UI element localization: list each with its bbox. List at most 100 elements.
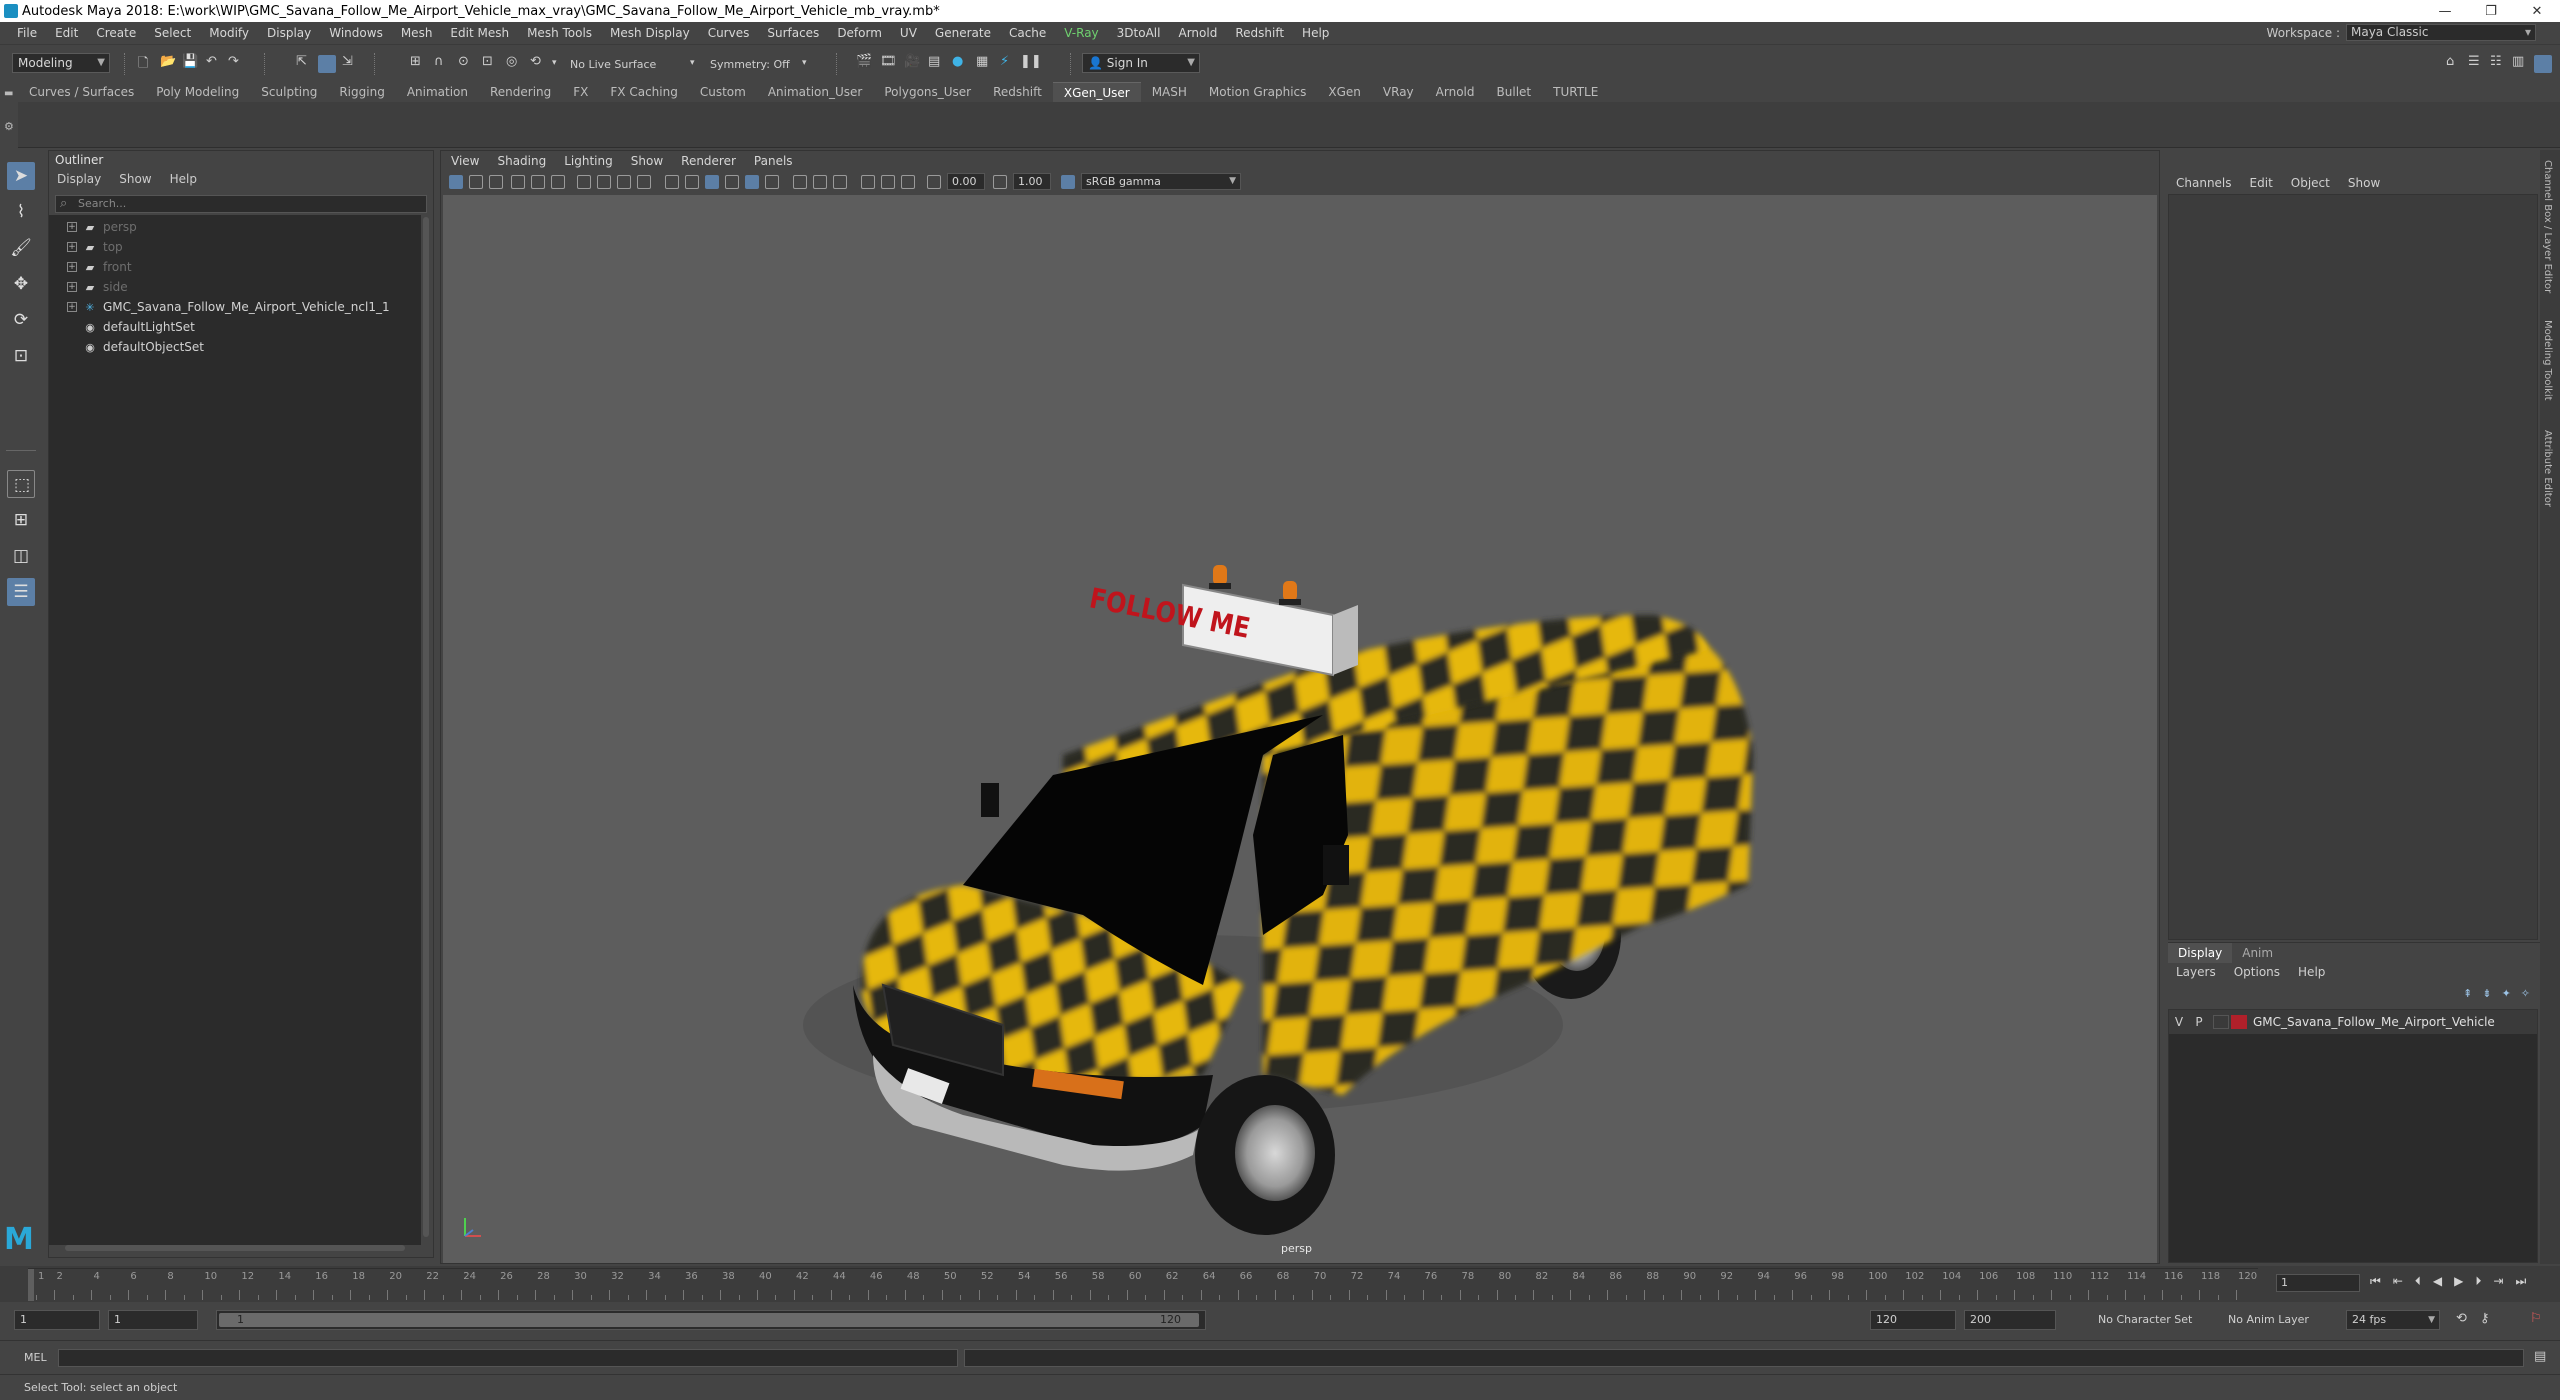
redo-icon[interactable]: ↷ bbox=[228, 54, 239, 69]
expand-icon[interactable]: + bbox=[67, 282, 77, 292]
xray-icon[interactable] bbox=[813, 175, 827, 189]
menu-file[interactable]: File bbox=[8, 26, 46, 40]
outliner-row-default-object-set[interactable]: ◉ defaultObjectSet bbox=[49, 337, 421, 357]
anim-layer-dropdown[interactable]: No Anim Layer bbox=[2228, 1313, 2309, 1326]
shelf-tab-animation[interactable]: Animation bbox=[396, 82, 479, 102]
gamma-icon[interactable] bbox=[993, 175, 1007, 189]
paint-select-tool-button[interactable]: 🖌 bbox=[7, 234, 35, 262]
menu-vray[interactable]: V-Ray bbox=[1055, 26, 1107, 40]
shadows-icon[interactable] bbox=[745, 175, 759, 189]
key-icon[interactable]: ⚷ bbox=[2480, 1311, 2490, 1326]
toggle-attribute-editor-icon[interactable]: ☰ bbox=[2468, 54, 2480, 69]
menu-redshift[interactable]: Redshift bbox=[1226, 26, 1293, 40]
shelf-tab-animation-user[interactable]: Animation_User bbox=[757, 82, 874, 102]
toggle-outliner-icon[interactable]: ▥ bbox=[2512, 54, 2524, 69]
sign-in-dropdown[interactable]: 👤 Sign In ▼ bbox=[1082, 53, 1200, 73]
persp-outliner-layout-button[interactable]: ◫ bbox=[7, 542, 35, 570]
grid-toggle-icon[interactable] bbox=[577, 175, 591, 189]
layer-color-swatch[interactable] bbox=[2231, 1015, 2247, 1029]
outliner-row-top[interactable]: + ▰ top bbox=[49, 237, 421, 257]
camera-attributes-icon[interactable] bbox=[469, 175, 483, 189]
layer-row[interactable]: V P GMC_Savana_Follow_Me_Airport_Vehicle bbox=[2169, 1010, 2537, 1034]
menu-curves[interactable]: Curves bbox=[699, 26, 759, 40]
outliner-row-vehicle[interactable]: + ✳ GMC_Savana_Follow_Me_Airport_Vehicle… bbox=[49, 297, 421, 317]
workspace-dropdown[interactable]: Maya Classic bbox=[2346, 24, 2536, 41]
side-tab-attribute-editor[interactable]: Attribute Editor bbox=[2542, 430, 2553, 507]
character-set-dropdown[interactable]: No Character Set bbox=[2098, 1313, 2192, 1326]
select-component-icon[interactable]: ⇲ bbox=[342, 54, 353, 69]
film-gate-icon[interactable] bbox=[597, 175, 611, 189]
shelf-tab-sculpting[interactable]: Sculpting bbox=[250, 82, 328, 102]
menu-uv[interactable]: UV bbox=[891, 26, 926, 40]
viewport-menu-panels[interactable]: Panels bbox=[754, 154, 793, 168]
layer-tab-anim[interactable]: Anim bbox=[2232, 943, 2283, 963]
shelf-tab-motion-graphics[interactable]: Motion Graphics bbox=[1198, 82, 1318, 102]
shelf-tab-xgen[interactable]: XGen bbox=[1317, 82, 1372, 102]
render-frame-icon[interactable]: 🎬 bbox=[856, 54, 872, 69]
auto-key-icon[interactable]: ⚐ bbox=[2530, 1311, 2542, 1326]
command-input[interactable] bbox=[58, 1349, 958, 1367]
chevron-down-icon[interactable]: ▾ bbox=[552, 58, 557, 68]
shelf-tab-redshift[interactable]: Redshift bbox=[982, 82, 1053, 102]
close-button[interactable]: ✕ bbox=[2514, 0, 2560, 22]
range-bar-handle[interactable]: 1 120 bbox=[219, 1313, 1199, 1327]
rotate-tool-button[interactable]: ⟳ bbox=[7, 306, 35, 334]
shelf-tab-curves-surfaces[interactable]: Curves / Surfaces bbox=[18, 82, 145, 102]
step-forward-frame-icon[interactable]: ⏵ bbox=[2475, 1274, 2481, 1289]
move-tool-button[interactable]: ✥ bbox=[7, 270, 35, 298]
outliner-menu-display[interactable]: Display bbox=[57, 172, 101, 186]
lasso-tool-button[interactable]: ⌇ bbox=[7, 198, 35, 226]
render-settings-icon[interactable]: ▤ bbox=[928, 54, 940, 69]
render-view-icon[interactable]: ▦ bbox=[976, 54, 988, 69]
viewport-menu-view[interactable]: View bbox=[451, 154, 479, 168]
camera-select-icon[interactable] bbox=[449, 175, 463, 189]
shelf-tab-custom[interactable]: Custom bbox=[689, 82, 757, 102]
chevron-down-icon[interactable]: ▾ bbox=[802, 58, 807, 68]
play-forwards-icon[interactable]: ▶ bbox=[2454, 1274, 2463, 1289]
move-layer-up-icon[interactable]: ⇞ bbox=[2463, 987, 2472, 1000]
render-sequence-icon[interactable]: 🎞 bbox=[880, 54, 897, 69]
go-to-end-icon[interactable]: ⏭ bbox=[2515, 1274, 2526, 1289]
current-time-indicator[interactable] bbox=[28, 1269, 34, 1301]
shelf-tab-rigging[interactable]: Rigging bbox=[328, 82, 395, 102]
snap-point-icon[interactable]: ⊙ bbox=[458, 54, 469, 69]
bookmarks-icon[interactable] bbox=[489, 175, 503, 189]
aperture-icon[interactable] bbox=[901, 175, 915, 189]
menu-cache[interactable]: Cache bbox=[1000, 26, 1055, 40]
xray-joints-icon[interactable] bbox=[833, 175, 847, 189]
layer-playback-toggle[interactable]: P bbox=[2189, 1015, 2209, 1029]
expand-icon[interactable]: + bbox=[67, 242, 77, 252]
exposure-field[interactable]: 0.00 bbox=[947, 173, 985, 190]
menu-edit[interactable]: Edit bbox=[46, 26, 87, 40]
new-scene-icon[interactable]: 🗋 bbox=[138, 54, 148, 76]
shelf-tab-poly-modeling[interactable]: Poly Modeling bbox=[145, 82, 250, 102]
layer-menu-layers[interactable]: Layers bbox=[2176, 965, 2216, 979]
snap-curve-icon[interactable]: ∩ bbox=[434, 54, 444, 69]
resolution-gate-icon[interactable] bbox=[617, 175, 631, 189]
select-hierarchy-icon[interactable]: ⇱ bbox=[296, 54, 307, 69]
select-tool-button[interactable]: ➤ bbox=[7, 162, 35, 190]
outliner-layout-button[interactable]: ☰ bbox=[7, 578, 35, 606]
fps-dropdown[interactable]: 24 fps ▼ bbox=[2346, 1310, 2440, 1330]
animation-end-field[interactable]: 200 bbox=[1964, 1310, 2056, 1330]
go-to-start-icon[interactable]: ⏮ bbox=[2370, 1274, 2381, 1289]
image-plane-icon[interactable] bbox=[511, 175, 525, 189]
loop-icon[interactable]: ⟲ bbox=[2456, 1311, 2467, 1326]
outliner-vertical-scrollbar[interactable] bbox=[423, 217, 429, 1237]
menu-select[interactable]: Select bbox=[145, 26, 200, 40]
current-frame-field[interactable]: 1 bbox=[2276, 1274, 2360, 1292]
outliner-row-front[interactable]: + ▰ front bbox=[49, 257, 421, 277]
layer-tab-display[interactable]: Display bbox=[2168, 943, 2233, 963]
menu-set-dropdown[interactable]: Modeling ▼ bbox=[12, 53, 110, 73]
new-empty-layer-icon[interactable]: ✦ bbox=[2502, 987, 2511, 1000]
menu-arnold[interactable]: Arnold bbox=[1169, 26, 1226, 40]
script-language-toggle[interactable]: MEL bbox=[24, 1351, 47, 1364]
single-perspective-layout-button[interactable]: ⬚ bbox=[7, 470, 35, 498]
menu-surfaces[interactable]: Surfaces bbox=[758, 26, 828, 40]
layer-menu-options[interactable]: Options bbox=[2234, 965, 2280, 979]
outliner-menu-show[interactable]: Show bbox=[119, 172, 151, 186]
playback-start-field[interactable]: 1 bbox=[108, 1310, 198, 1330]
play-backwards-icon[interactable]: ◀ bbox=[2433, 1274, 2442, 1289]
viewport-canvas[interactable]: FOLLOW ME persp bbox=[443, 195, 2157, 1263]
toggle-channel-box-icon[interactable] bbox=[2534, 55, 2552, 73]
